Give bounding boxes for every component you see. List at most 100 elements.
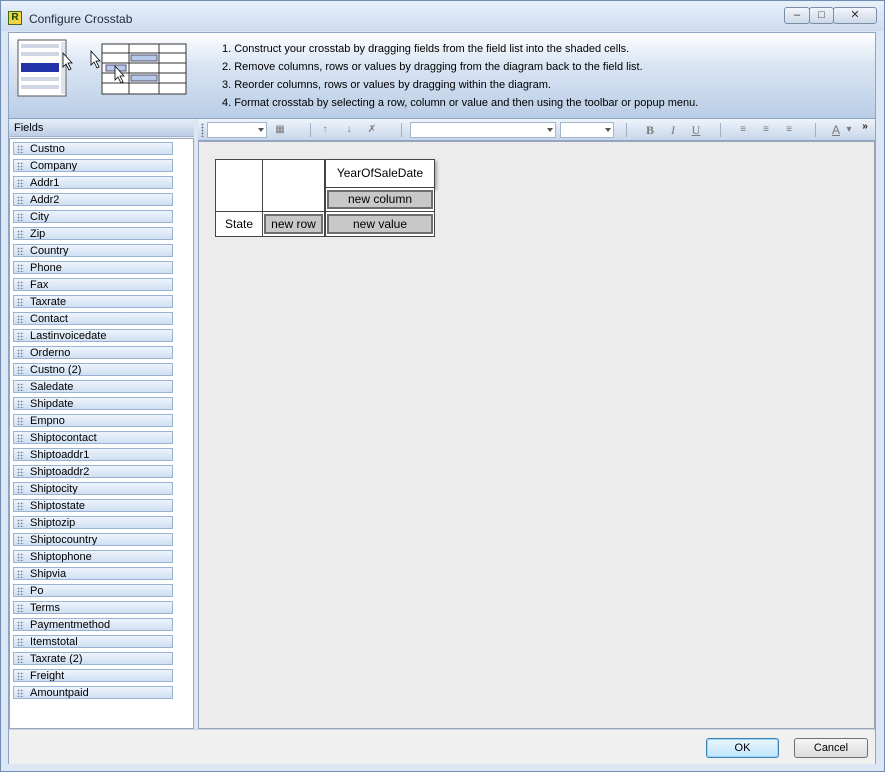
field-item[interactable]: Addr1 (13, 176, 173, 189)
field-item-label: Zip (30, 228, 46, 240)
field-item-label: Shiptocontact (30, 432, 97, 444)
field-item[interactable]: Terms (13, 601, 173, 614)
field-item[interactable]: Shiptocountry (13, 533, 173, 546)
field-item[interactable]: Shiptocontact (13, 431, 173, 444)
drag-grip-icon (17, 655, 24, 663)
field-item[interactable]: Po (13, 584, 173, 597)
field-item-label: Taxrate (2) (30, 653, 83, 665)
drag-grip-icon (17, 451, 24, 459)
bold-icon[interactable]: B (642, 122, 658, 138)
style-combo[interactable] (207, 122, 267, 138)
font-size-combo[interactable] (560, 122, 614, 138)
instruction-1: 1. Construct your crosstab by dragging f… (222, 43, 630, 55)
toolbar-separator (720, 123, 721, 137)
drag-grip-icon (17, 485, 24, 493)
field-item-label: Country (30, 245, 69, 257)
minimize-button[interactable]: – (784, 7, 810, 24)
new-column-cell[interactable]: new column (327, 190, 433, 209)
drag-grip-icon (17, 366, 24, 374)
drag-grip-icon (17, 179, 24, 187)
field-item[interactable]: Lastinvoicedate (13, 329, 173, 342)
field-item[interactable]: Shipvia (13, 567, 173, 580)
field-item-label: Shipvia (30, 568, 67, 580)
align-left-icon[interactable]: ≡ (735, 122, 751, 138)
drag-grip-icon (17, 570, 24, 578)
field-item[interactable]: Shiptocity (13, 482, 173, 495)
field-item[interactable]: Freight (13, 669, 173, 682)
drag-grip-icon (17, 519, 24, 527)
drag-grip-icon (17, 553, 24, 561)
field-item-label: Shiptoaddr1 (30, 449, 90, 461)
field-item[interactable]: Shiptophone (13, 550, 173, 563)
field-item[interactable]: Amountpaid (13, 686, 173, 699)
ok-button[interactable]: OK (706, 738, 779, 758)
field-item-label: Addr2 (30, 194, 60, 206)
field-item-label: Custno (2) (30, 364, 82, 376)
field-item[interactable]: Itemstotal (13, 635, 173, 648)
new-value-cell[interactable]: new value (327, 214, 433, 234)
field-item-label: Terms (30, 602, 60, 614)
toolbar-overflow-icon[interactable]: » (858, 119, 872, 135)
sort-ascending-icon[interactable]: ↑ (317, 122, 333, 138)
font-name-combo[interactable] (410, 122, 556, 138)
field-item[interactable]: Addr2 (13, 193, 173, 206)
field-item[interactable]: Shipdate (13, 397, 173, 410)
field-item[interactable]: Shiptozip (13, 516, 173, 529)
font-color-icon[interactable]: A (828, 122, 844, 138)
field-item[interactable]: Fax (13, 278, 173, 291)
field-item[interactable]: Shiptostate (13, 499, 173, 512)
cancel-button[interactable]: Cancel (794, 738, 868, 758)
field-item[interactable]: Saledate (13, 380, 173, 393)
drag-grip-icon (17, 502, 24, 510)
field-item[interactable]: Company (13, 159, 173, 172)
configure-crosstab-dialog: R Configure Crosstab – □ ✕ 1. Construct … (0, 0, 885, 772)
drag-grip-icon (17, 247, 24, 255)
row-field-header[interactable]: State (215, 211, 263, 237)
field-item[interactable]: Orderno (13, 346, 173, 359)
clear-sort-icon[interactable]: ✗ (364, 122, 380, 138)
drag-grip-icon (17, 672, 24, 680)
cell-properties-icon[interactable]: ▦ (272, 122, 288, 138)
field-item[interactable]: Paymentmethod (13, 618, 173, 631)
field-item[interactable]: Shiptoaddr2 (13, 465, 173, 478)
field-item[interactable]: Shiptoaddr1 (13, 448, 173, 461)
toolbar-separator (626, 123, 627, 137)
field-item[interactable]: City (13, 210, 173, 223)
field-item-label: Addr1 (30, 177, 60, 189)
column-field-header[interactable]: YearOfSaleDate (325, 159, 435, 188)
drag-grip-icon (17, 298, 24, 306)
font-color-dropdown-icon[interactable]: ▾ (844, 122, 854, 138)
field-item[interactable]: Taxrate (2) (13, 652, 173, 665)
field-item-label: Orderno (30, 347, 71, 359)
align-center-icon[interactable]: ≡ (758, 122, 774, 138)
field-item-label: Shiptophone (30, 551, 92, 563)
fields-panel: Fields Custno Company Addr1 Addr2 City Zip Cou… (9, 119, 194, 729)
maximize-button[interactable]: □ (809, 7, 834, 24)
field-item[interactable]: Taxrate (13, 295, 173, 308)
drag-grip-icon (17, 230, 24, 238)
italic-icon[interactable]: I (665, 122, 681, 138)
underline-icon[interactable]: U (688, 122, 704, 138)
field-item[interactable]: Zip (13, 227, 173, 240)
toolbar-separator (310, 123, 311, 137)
field-item[interactable]: Phone (13, 261, 173, 274)
align-right-icon[interactable]: ≡ (781, 122, 797, 138)
toolbar-separator (815, 123, 816, 137)
drag-grip-icon (17, 587, 24, 595)
close-button[interactable]: ✕ (833, 7, 877, 24)
field-item[interactable]: Custno (13, 142, 173, 155)
format-toolbar: ▦ ↑ ↓ ✗ B I U ≡ ≡ ≡ A ▾ » (198, 119, 875, 141)
dialog-footer: OK Cancel (9, 729, 875, 764)
minimize-icon: – (793, 9, 801, 21)
fields-list[interactable]: Custno Company Addr1 Addr2 City Zip Country Pho… (9, 138, 194, 729)
field-item-label: Saledate (30, 381, 74, 393)
field-item[interactable]: Contact (13, 312, 173, 325)
drag-grip-icon (17, 162, 24, 170)
new-row-cell[interactable]: new row (264, 214, 323, 234)
field-item[interactable]: Custno (2) (13, 363, 173, 376)
sort-descending-icon[interactable]: ↓ (341, 122, 357, 138)
toolbar-grip[interactable] (201, 123, 204, 137)
drag-grip-icon (17, 281, 24, 289)
field-item[interactable]: Empno (13, 414, 173, 427)
field-item[interactable]: Country (13, 244, 173, 257)
